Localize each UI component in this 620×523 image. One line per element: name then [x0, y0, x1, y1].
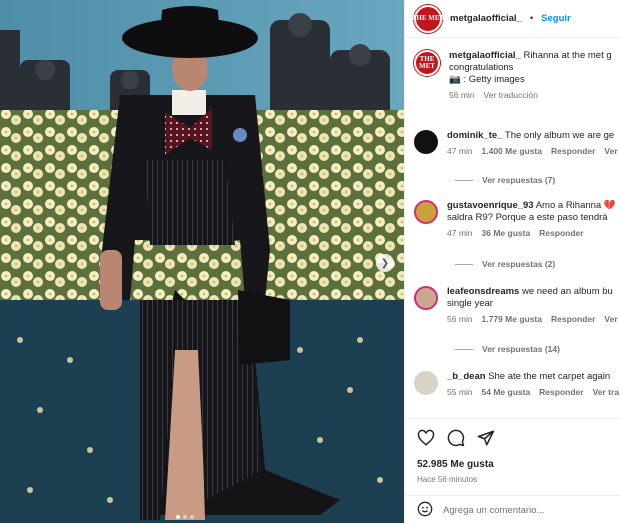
carousel-dot [176, 515, 180, 519]
reply-button[interactable]: Responder [551, 146, 595, 156]
comment-time: 47 min [447, 146, 473, 156]
reply-button[interactable]: Responder [539, 228, 583, 238]
avatar[interactable] [414, 286, 438, 310]
photo-illustration [0, 0, 404, 523]
translate-link[interactable]: Ver tr [604, 314, 620, 324]
post-header: THE MET metgalaofficial_ • Seguir [405, 0, 620, 38]
list-item: leafeonsdreams we need an album bu singl… [414, 286, 620, 324]
comment-username[interactable]: gustavoenrique_93 [447, 200, 534, 211]
avatar[interactable] [414, 371, 438, 395]
like-count[interactable]: 52.985 Me gusta [417, 459, 494, 470]
account-avatar[interactable]: THE MET [412, 4, 444, 33]
caption-time: 56 min [449, 90, 475, 100]
translate-link[interactable]: Ver tra [593, 387, 619, 397]
comment-text: The only album we are ge [504, 130, 615, 141]
like-count[interactable]: 54 Me gusta [482, 387, 531, 397]
translate-link[interactable]: Ver traducción [484, 90, 538, 100]
share-icon[interactable] [477, 429, 495, 447]
like-count[interactable]: 1.400 Me gusta [482, 146, 542, 156]
post-side-panel: THE MET metgalaofficial_ • Seguir THE ME… [404, 0, 620, 523]
account-username[interactable]: metgalaofficial_ [450, 13, 522, 24]
comment-line2: saldra R9? Porque a este paso tendrá [447, 212, 608, 223]
view-replies-button[interactable]: Ver respuestas (2) [455, 259, 555, 269]
comment-line2: single year [447, 298, 493, 309]
post-time: Hace 56 minutos [417, 475, 478, 484]
view-replies-label: Ver respuestas (2) [482, 259, 556, 269]
comment-time: 55 min [447, 387, 473, 397]
separator-dot: • [529, 13, 534, 24]
caption: THE MET metgalaofficial_ Rihanna at the … [414, 50, 620, 100]
comment-username[interactable]: dominik_te_ [447, 130, 502, 141]
replies-line [455, 179, 473, 181]
comment-text: Amo a Rihanna 💔 [535, 200, 616, 211]
like-count[interactable]: 1.779 Me gusta [482, 314, 542, 324]
comment-text: we need an album bu [521, 286, 613, 297]
follow-button[interactable]: Seguir [541, 13, 571, 24]
comment-time: 56 min [447, 314, 473, 324]
carousel-dot [190, 515, 194, 519]
reply-button[interactable]: Responder [539, 387, 583, 397]
caption-username[interactable]: metgalaofficial_ [449, 50, 521, 61]
comment-time: 47 min [447, 228, 473, 238]
list-item: _b_dean She ate the met carpet again 55 … [414, 371, 620, 397]
post-photo[interactable]: ❯ [0, 0, 404, 523]
heart-icon[interactable] [417, 429, 435, 447]
carousel-dot [183, 515, 187, 519]
avatar[interactable] [414, 200, 438, 224]
translate-link[interactable]: Ver tr [604, 146, 620, 156]
avatar[interactable] [414, 130, 438, 154]
like-count[interactable]: 36 Me gusta [482, 228, 531, 238]
reply-button[interactable]: Responder [551, 314, 595, 324]
list-item: gustavoenrique_93 Amo a Rihanna 💔 saldra… [414, 200, 620, 238]
comments-list[interactable]: THE MET metgalaofficial_ Rihanna at the … [405, 38, 620, 418]
comment-icon[interactable] [447, 429, 465, 447]
emoji-icon[interactable] [417, 501, 433, 520]
view-replies-button[interactable]: Ver respuestas (14) [455, 344, 560, 354]
comment-input[interactable] [443, 504, 613, 516]
list-item: dominik_te_ The only album we are ge 47 … [414, 130, 620, 156]
comment-username[interactable]: _b_dean [447, 371, 486, 382]
replies-line [455, 348, 473, 350]
caption-line2: congratulations [449, 62, 514, 73]
caption-line3: 📷 : Getty images [449, 74, 525, 85]
comment-text: She ate the met carpet again [488, 371, 611, 382]
chevron-right-icon[interactable]: ❯ [376, 254, 394, 272]
caption-line1: Rihanna at the met g [523, 50, 612, 61]
replies-line [455, 263, 473, 265]
add-comment-bar [405, 495, 620, 523]
view-replies-button[interactable]: Ver respuestas (7) [455, 175, 555, 185]
view-replies-label: Ver respuestas (7) [482, 175, 556, 185]
post-actions: 52.985 Me gusta Hace 56 minutos [405, 418, 620, 523]
caption-avatar[interactable]: THE MET [414, 50, 440, 76]
comment-username[interactable]: leafeonsdreams [447, 286, 519, 297]
view-replies-label: Ver respuestas (14) [482, 344, 560, 354]
carousel-dots [176, 515, 194, 519]
